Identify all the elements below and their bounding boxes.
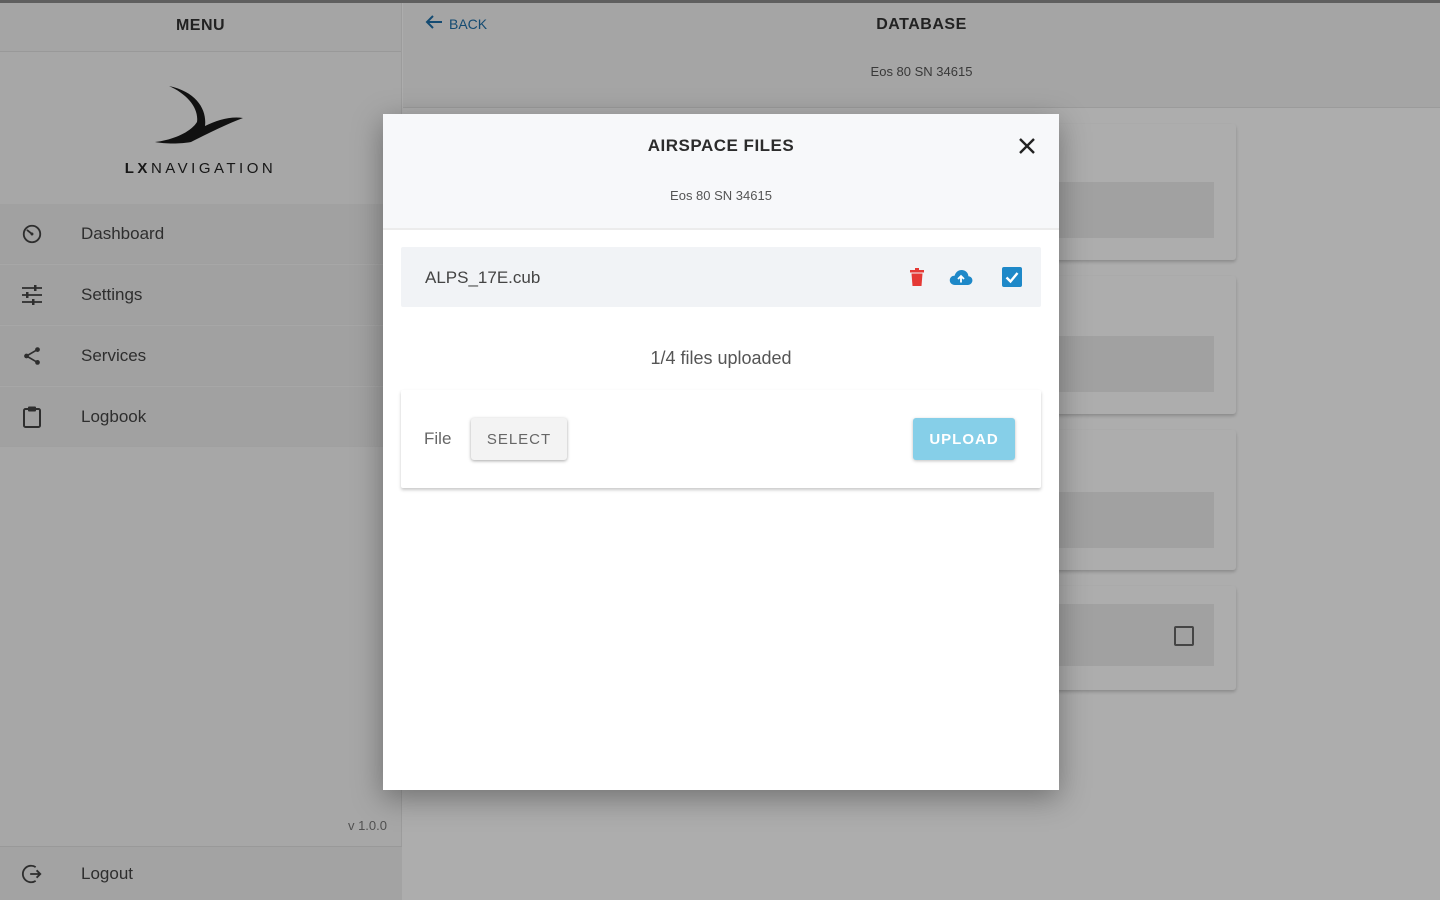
dialog-header: AIRSPACE FILES Eos 80 SN 34615 [383,114,1059,230]
file-checkbox[interactable] [1001,266,1023,288]
file-name: ALPS_17E.cub [425,268,541,287]
trash-icon [910,268,924,286]
dialog-subtitle: Eos 80 SN 34615 [670,188,772,203]
upload-panel: File SELECT UPLOAD [401,390,1041,488]
upload-status: 1/4 files uploaded [650,348,792,368]
checkbox-checked-icon [1002,267,1022,287]
select-file-button[interactable]: SELECT [471,418,567,460]
upload-button[interactable]: UPLOAD [913,418,1015,460]
cloud-upload-button[interactable] [948,266,974,288]
dialog-title: AIRSPACE FILES [647,136,795,155]
file-label: File [424,429,452,448]
close-icon [1019,138,1035,154]
file-row: ALPS_17E.cub [401,247,1041,307]
close-button[interactable] [1015,134,1039,158]
airspace-files-dialog: AIRSPACE FILES Eos 80 SN 34615 ALPS_17E.… [383,114,1059,790]
delete-button[interactable] [906,266,928,288]
cloud-upload-icon [949,269,973,285]
